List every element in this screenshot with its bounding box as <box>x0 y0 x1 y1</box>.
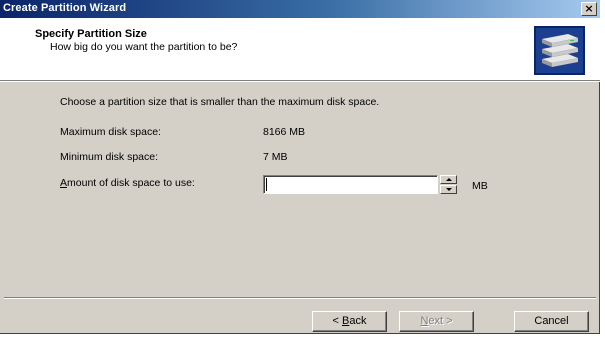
cancel-button[interactable]: Cancel <box>514 311 589 332</box>
back-button[interactable]: < Back <box>312 311 387 332</box>
amount-spinner[interactable] <box>440 175 457 194</box>
max-space-value: 8166 MB <box>263 126 306 138</box>
spin-up-button[interactable] <box>440 175 457 184</box>
footer-divider-highlight <box>4 298 596 299</box>
window-title: Create Partition Wizard <box>3 2 127 14</box>
arrow-down-icon <box>446 188 452 191</box>
max-space-label: Maximum disk space: <box>60 126 161 138</box>
next-button-label: ext > <box>428 315 453 327</box>
page-subtitle: How big do you want the partition to be? <box>50 41 238 53</box>
disk-stack-icon <box>534 26 585 75</box>
wizard-header: Specify Partition Size How big do you wa… <box>0 18 600 80</box>
amount-label: Amount of disk space to use: <box>60 177 195 189</box>
min-space-label: Minimum disk space: <box>60 151 159 163</box>
close-button[interactable]: × <box>581 2 597 16</box>
amount-label-accelerator: A <box>60 177 68 189</box>
wizard-window: Create Partition Wizard × Specify Partit… <box>0 0 600 334</box>
title-bar[interactable]: Create Partition Wizard × <box>0 0 600 18</box>
text-caret <box>266 178 267 191</box>
back-button-label: ack <box>349 315 367 327</box>
amount-input[interactable] <box>263 175 438 194</box>
instruction-text: Choose a partition size that is smaller … <box>60 96 380 108</box>
next-button[interactable]: Next > <box>399 311 474 332</box>
amount-unit: MB <box>472 180 488 192</box>
close-icon: × <box>584 2 594 15</box>
header-divider-highlight <box>0 81 600 82</box>
back-button-prefix: < <box>332 315 342 327</box>
page-title: Specify Partition Size <box>35 28 147 40</box>
amount-label-text: mount of disk space to use: <box>67 177 195 189</box>
min-space-value: 7 MB <box>263 151 288 163</box>
arrow-up-icon <box>446 178 452 181</box>
spin-down-button[interactable] <box>440 185 457 194</box>
